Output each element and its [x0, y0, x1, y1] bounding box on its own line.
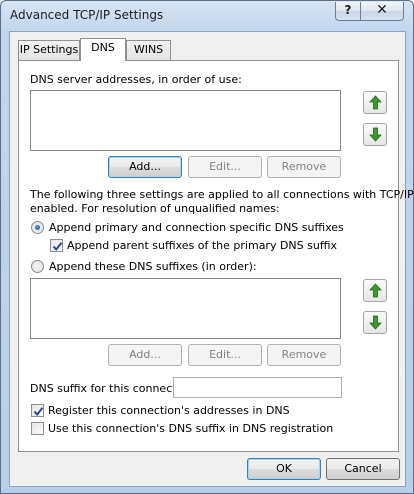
- dns-suffix-remove-button[interactable]: Remove: [267, 344, 341, 366]
- dns-server-move-up-button[interactable]: [363, 91, 387, 114]
- dns-suffixes-list[interactable]: [30, 278, 341, 339]
- resolution-description-line2: enabled. For resolution of unqualified n…: [30, 202, 280, 215]
- cancel-button[interactable]: Cancel: [326, 458, 400, 480]
- register-addresses-checkbox[interactable]: [31, 404, 44, 417]
- use-suffix-registration-checkbox[interactable]: [31, 422, 44, 435]
- dns-servers-label: DNS server addresses, in order of use:: [30, 73, 242, 86]
- append-these-radio[interactable]: [31, 260, 44, 273]
- append-these-label[interactable]: Append these DNS suffixes (in order):: [49, 260, 257, 273]
- dns-tab-panel: DNS server addresses, in order of use: A…: [18, 60, 414, 452]
- dns-suffix-edit-button[interactable]: Edit...: [188, 344, 262, 366]
- use-suffix-registration-label[interactable]: Use this connection's DNS suffix in DNS …: [48, 422, 333, 435]
- append-primary-radio[interactable]: [31, 221, 44, 234]
- tab-ip-settings[interactable]: IP Settings: [18, 40, 80, 60]
- dns-suffix-move-up-button[interactable]: [363, 279, 387, 302]
- window-title: Advanced TCP/IP Settings: [10, 8, 164, 22]
- dns-suffix-add-button[interactable]: Add...: [108, 344, 182, 366]
- close-button[interactable]: ✕: [360, 2, 404, 21]
- dns-server-add-button[interactable]: Add...: [108, 156, 182, 178]
- ok-button[interactable]: OK: [247, 458, 321, 480]
- advanced-tcpip-settings-window: Advanced TCP/IP Settings ? ✕ IP Settings…: [0, 0, 414, 494]
- arrow-up-icon: [369, 283, 382, 298]
- connection-suffix-label: DNS suffix for this connection:: [30, 382, 198, 395]
- tab-dns[interactable]: DNS: [80, 38, 126, 61]
- resolution-description-line1: The following three settings are applied…: [30, 188, 414, 201]
- checkmark-icon: [33, 407, 44, 417]
- tab-wins[interactable]: WINS: [126, 40, 171, 60]
- help-button[interactable]: ?: [335, 2, 361, 21]
- append-parent-label[interactable]: Append parent suffixes of the primary DN…: [67, 239, 337, 252]
- title-bar[interactable]: Advanced TCP/IP Settings ? ✕: [1, 1, 413, 31]
- dns-suffix-move-down-button[interactable]: [363, 311, 387, 334]
- arrow-down-icon: [369, 127, 382, 142]
- dns-server-edit-button[interactable]: Edit...: [188, 156, 262, 178]
- arrow-up-icon: [369, 95, 382, 110]
- dns-server-move-down-button[interactable]: [363, 123, 387, 146]
- dialog-client-area: IP Settings DNS WINS DNS server addresse…: [9, 31, 414, 487]
- dns-servers-list[interactable]: [30, 90, 341, 151]
- checkmark-icon: [52, 242, 63, 252]
- connection-suffix-input[interactable]: [173, 377, 342, 398]
- append-primary-label[interactable]: Append primary and connection specific D…: [49, 221, 344, 234]
- register-addresses-label[interactable]: Register this connection's addresses in …: [48, 404, 290, 417]
- arrow-down-icon: [369, 315, 382, 330]
- dns-server-remove-button[interactable]: Remove: [267, 156, 341, 178]
- append-parent-checkbox[interactable]: [50, 239, 63, 252]
